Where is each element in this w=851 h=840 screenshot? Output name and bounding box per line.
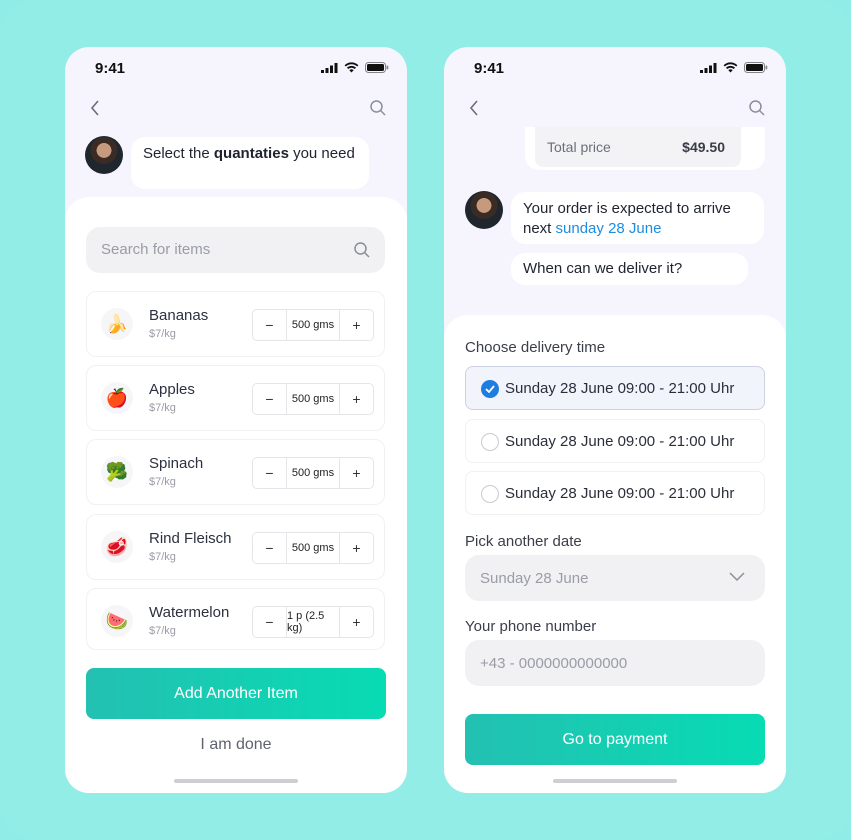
increase-button[interactable]: + [340,607,373,637]
total-label: Total price [547,139,611,155]
pick-date-label: Pick another date [465,533,582,550]
search-icon[interactable] [748,99,766,117]
increase-button[interactable]: + [340,458,373,488]
quantity-stepper: − 1 p (2.5 kg) + [252,606,374,638]
decrease-button[interactable]: − [253,310,286,340]
decrease-button[interactable]: − [253,458,286,488]
quantity-value: 500 gms [286,310,340,340]
done-button[interactable]: I am done [65,736,407,754]
item-name: Bananas [149,307,209,324]
order-total-card: Total price $49.50 [525,127,765,170]
watermelon-icon: 🍉 [101,605,133,637]
phone-number-label: Your phone number [465,618,597,635]
bot-message-text: Select the [143,145,214,162]
list-item: 🍌 Bananas $7/kg − 500 gms + [86,291,385,357]
increase-button[interactable]: + [340,310,373,340]
increase-button[interactable]: + [340,384,373,414]
status-bar: 9:41 [444,47,786,89]
signal-icon [321,62,338,73]
phone-number-field[interactable]: +43 - 0000000000000 [465,640,765,686]
search-input[interactable]: Search for items [86,227,385,273]
delivery-slot-label: Sunday 28 June 09:00 - 21:00 Uhr [505,380,735,397]
bot-message-bubble: Select the quantaties you need [131,137,369,189]
list-item: 🥦 Spinach $7/kg − 500 gms + [86,439,385,505]
battery-icon [365,62,389,73]
quantity-stepper: − 500 gms + [252,532,374,564]
banana-icon: 🍌 [101,308,133,340]
delivery-slot-label: Sunday 28 June 09:00 - 21:00 Uhr [505,433,735,450]
add-item-button[interactable]: Add Another Item [86,668,386,719]
battery-icon [744,62,768,73]
phone-placeholder: +43 - 0000000000000 [480,655,628,672]
radio-icon [481,485,499,503]
list-item: 🍉 Watermelon $7/kg − 1 p (2.5 kg) + [86,588,385,650]
quantity-value: 500 gms [286,458,340,488]
total-value: $49.50 [682,139,725,155]
bot-question-bubble: When can we deliver it? [511,253,748,285]
delivery-slot-label: Sunday 28 June 09:00 - 21:00 Uhr [505,485,735,502]
delivery-slot-option[interactable]: Sunday 28 June 09:00 - 21:00 Uhr [465,366,765,410]
quantity-stepper: − 500 gms + [252,309,374,341]
status-bar: 9:41 [65,47,407,89]
radio-icon [481,433,499,451]
quantity-stepper: − 500 gms + [252,457,374,489]
item-name: Spinach [149,455,204,472]
back-icon[interactable] [87,99,105,117]
increase-button[interactable]: + [340,533,373,563]
phone-select-quantities: 9:41 Select the quantaties you need Sear… [65,47,407,793]
item-price: $7/kg [149,551,176,563]
search-icon [354,242,370,258]
item-price: $7/kg [149,625,176,637]
go-to-payment-button[interactable]: Go to payment [465,714,765,765]
status-time: 9:41 [95,60,126,77]
avatar [85,136,123,174]
search-placeholder: Search for items [101,241,211,258]
delivery-date-link[interactable]: sunday 28 June [556,220,662,237]
apple-icon: 🍎 [101,382,133,414]
item-name: Watermelon [149,604,230,621]
item-name: Rind Fleisch [149,530,232,547]
home-indicator [174,779,298,783]
list-item: 🥩 Rind Fleisch $7/kg − 500 gms + [86,514,385,580]
bot-message-bubble: Your order is expected to arrive next su… [511,192,764,244]
quantity-value: 500 gms [286,533,340,563]
wifi-icon [344,62,359,73]
item-price: $7/kg [149,328,176,340]
delivery-slot-option[interactable]: Sunday 28 June 09:00 - 21:00 Uhr [465,471,765,515]
decrease-button[interactable]: − [253,533,286,563]
delivery-slot-option[interactable]: Sunday 28 June 09:00 - 21:00 Uhr [465,419,765,463]
date-value: Sunday 28 June [480,570,589,587]
spinach-icon: 🥦 [101,456,133,488]
status-time: 9:41 [474,60,505,77]
quantity-stepper: − 500 gms + [252,383,374,415]
meat-icon: 🥩 [101,531,133,563]
quantity-value: 500 gms [286,384,340,414]
phone-delivery: 9:41 Total price $49.50 Your order is ex… [444,47,786,793]
checkmark-icon [481,380,499,398]
avatar [465,191,503,229]
date-select[interactable]: Sunday 28 June [465,555,765,601]
decrease-button[interactable]: − [253,384,286,414]
quantity-value: 1 p (2.5 kg) [286,607,340,637]
choose-delivery-label: Choose delivery time [465,339,606,356]
search-icon[interactable] [369,99,387,117]
item-price: $7/kg [149,476,176,488]
item-price: $7/kg [149,402,176,414]
decrease-button[interactable]: − [253,607,286,637]
item-name: Apples [149,381,195,398]
home-indicator [553,779,677,783]
back-icon[interactable] [466,99,484,117]
signal-icon [700,62,717,73]
list-item: 🍎 Apples $7/kg − 500 gms + [86,365,385,431]
bot-message-emphasis: quantaties [213,145,289,162]
chevron-down-icon [729,572,745,582]
bot-message-text-end: you need [288,145,355,162]
wifi-icon [723,62,738,73]
